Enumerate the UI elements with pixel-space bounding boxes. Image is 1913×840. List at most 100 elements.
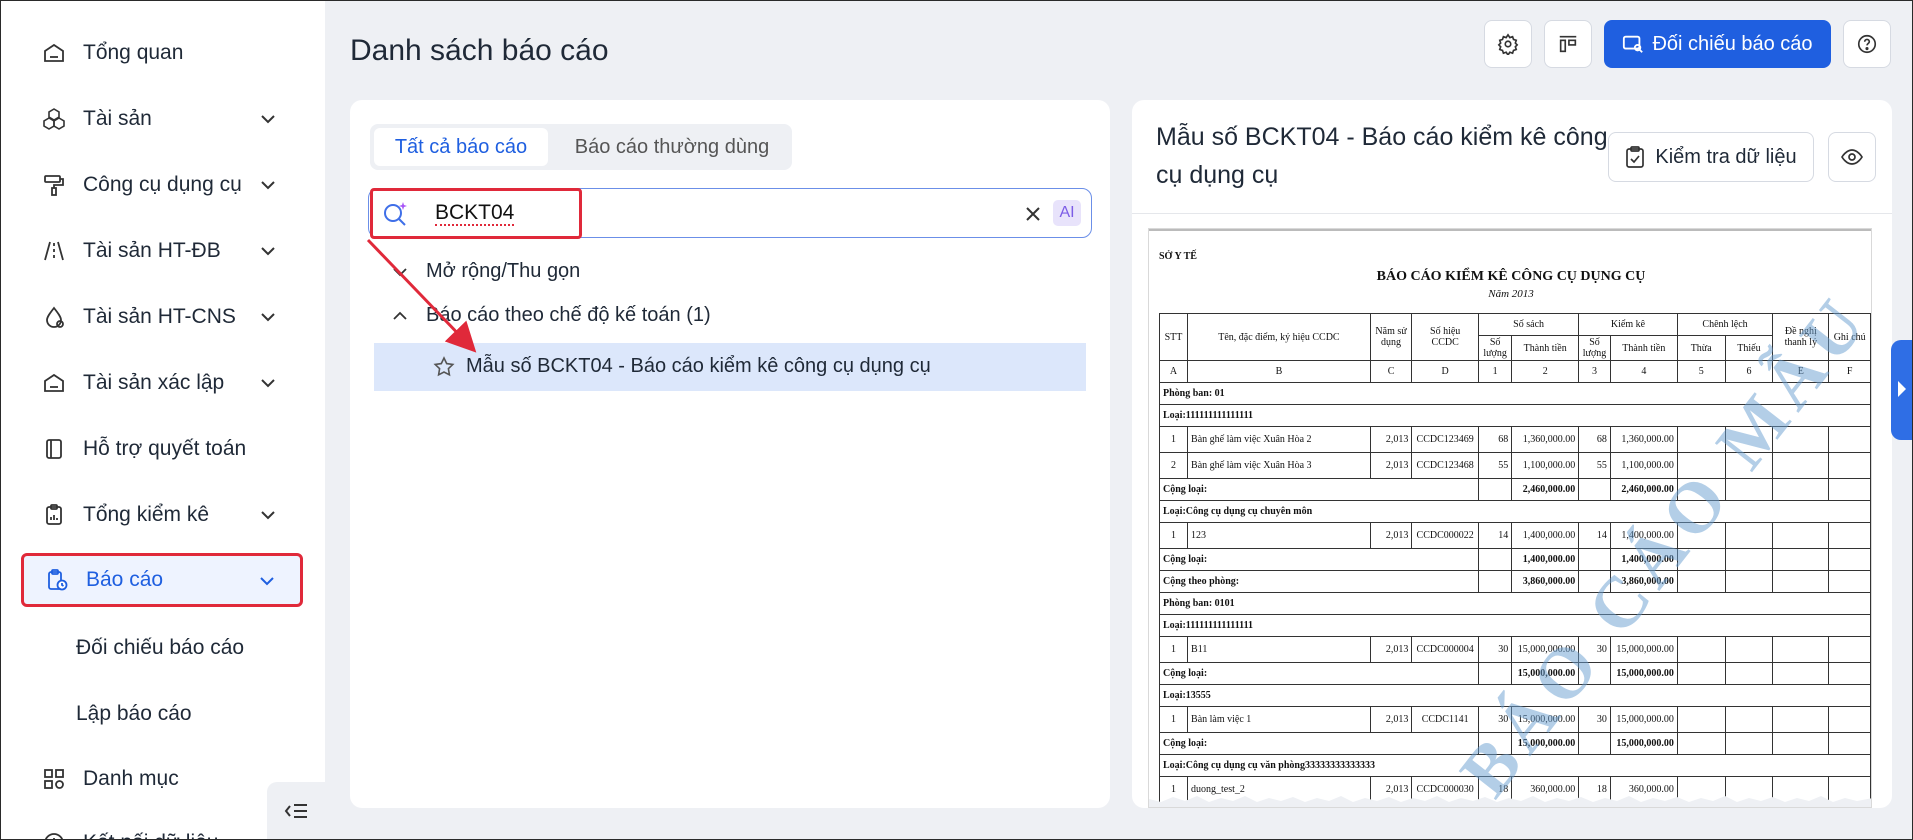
rule	[1149, 229, 1871, 231]
table-cell	[1772, 732, 1830, 755]
table-cell: CCDC123468	[1411, 452, 1479, 479]
help-button[interactable]	[1843, 20, 1891, 68]
table-cell: 3,860,000.00	[1511, 570, 1580, 593]
sidebar-item-catalog[interactable]: Danh mục	[21, 753, 301, 805]
sidebar-item-connect[interactable]: Kết nối dữ liệu	[21, 817, 301, 840]
sidebar-item-infra-road[interactable]: Tài sản HT-ĐB	[21, 225, 301, 277]
table-cell	[1772, 570, 1830, 593]
compare-report-button[interactable]: Đối chiếu báo cáo	[1604, 20, 1831, 68]
column-letter: 1	[1477, 360, 1513, 383]
sidebar-item-reports[interactable]: Báo cáo	[21, 553, 303, 607]
table-cell: Cộng loại:	[1159, 478, 1479, 501]
table-cell	[1676, 706, 1726, 733]
chevron-down-icon	[261, 181, 275, 190]
table-cell	[1772, 662, 1830, 685]
table-cell: 1	[1158, 636, 1189, 663]
side-drawer-handle[interactable]	[1891, 340, 1913, 440]
sidebar-item-established[interactable]: Tài sản xác lập	[21, 357, 301, 409]
check-data-label: Kiểm tra dữ liệu	[1655, 145, 1797, 168]
column-letter: 2	[1511, 360, 1580, 383]
table-cell	[1724, 706, 1774, 733]
tab-all-reports[interactable]: Tất cả báo cáo	[374, 128, 548, 166]
page-title: Danh sách báo cáo	[350, 34, 609, 67]
table-cell: 68	[1477, 426, 1513, 453]
preview-title: Mẫu số BCKT04 - Báo cáo kiểm kê công cụ …	[1156, 123, 1608, 189]
sidebar-item-assets[interactable]: Tài sản	[21, 93, 301, 145]
table-cell: 123	[1187, 522, 1371, 549]
column-letter: C	[1369, 360, 1413, 383]
torn-edge	[1149, 796, 1871, 807]
caret-right-icon	[1898, 381, 1906, 397]
col-check-amount: Thành tiền	[1609, 335, 1678, 361]
check-data-button[interactable]: Kiểm tra dữ liệu	[1608, 132, 1814, 182]
report-preview-panel: Mẫu số BCKT04 - Báo cáo kiểm kê công cụ …	[1132, 100, 1892, 808]
table-cell	[1772, 706, 1830, 733]
settings-button[interactable]	[1484, 20, 1532, 68]
col-diff: Chênh lệch	[1676, 313, 1774, 336]
sidebar-item-label: Báo cáo	[86, 568, 164, 591]
expand-collapse-label: Mở rộng/Thu gọn	[426, 260, 581, 282]
table-cell: 1,400,000.00	[1511, 522, 1580, 549]
table-cell: Loại:111111111111111	[1159, 614, 1871, 637]
table-cell	[1828, 570, 1871, 593]
gear-icon	[1497, 33, 1519, 55]
sidebar-item-inventory[interactable]: Tổng kiểm kê	[21, 489, 301, 541]
sidebar-item-tools[interactable]: Công cụ dụng cụ	[21, 159, 301, 211]
column-letter: B	[1187, 360, 1371, 383]
expand-collapse-toggle[interactable]: Mở rộng/Thu gọn	[390, 260, 580, 283]
clear-icon[interactable]	[1023, 204, 1043, 224]
layout-button[interactable]	[1544, 20, 1592, 68]
table-cell	[1676, 662, 1726, 685]
tab-frequent-reports[interactable]: Báo cáo thường dùng	[560, 128, 784, 166]
table-cell: 2	[1158, 452, 1189, 479]
highlight-box	[370, 188, 582, 239]
tree-group[interactable]: Báo cáo theo chế độ kế toán (1)	[390, 304, 711, 327]
table-cell	[1772, 478, 1830, 501]
sidebar-item-label: Công cụ dụng cụ	[83, 173, 242, 196]
sidebar-item-label: Tổng quan	[83, 41, 184, 64]
chevron-down-icon	[261, 379, 275, 388]
sidebar-item-overview[interactable]: Tổng quan	[21, 27, 301, 79]
collapse-icon	[284, 804, 307, 818]
table-cell	[1772, 522, 1830, 549]
table-cell	[1828, 452, 1871, 479]
sidebar-item-label: Tổng kiểm kê	[83, 503, 210, 526]
doc-title: BÁO CÁO KIỂM KÊ CÔNG CỤ DỤNG CỤ	[1376, 269, 1646, 284]
divider	[1132, 213, 1892, 214]
subtotal-row: Cộng loại: 1,400,000.00 1,400,000.00	[1159, 548, 1871, 571]
table-cell: 1	[1158, 522, 1189, 549]
table-cell	[1676, 636, 1726, 663]
table-row: 1 B11 2,013 CCDC000004 30 15,000,000.00 30 15,0…	[1158, 636, 1871, 663]
sidebar-item-infra-water[interactable]: Tài sản HT-CNS	[21, 291, 301, 343]
col-check: Kiểm kê	[1578, 313, 1678, 336]
table-cell	[1828, 662, 1871, 685]
table-cell	[1676, 732, 1726, 755]
collapse-sidebar-button[interactable]	[267, 782, 325, 840]
table-cell	[1578, 478, 1611, 501]
table-cell: Bàn làm việc 1	[1187, 706, 1371, 733]
table-cell: 2,013	[1369, 636, 1413, 663]
table-cell	[1828, 706, 1871, 733]
table-cell	[1828, 522, 1871, 549]
notebook-icon	[41, 436, 67, 462]
chevron-down-icon	[261, 511, 275, 520]
preview-eye-button[interactable]	[1828, 132, 1876, 182]
tree-item-selected[interactable]: Mẫu số BCKT04 - Báo cáo kiểm kê công cụ …	[374, 343, 1086, 391]
chevron-up-icon	[393, 311, 407, 320]
sidebar-subitem-create[interactable]: Lập báo cáo	[76, 702, 192, 726]
table-cell: Cộng loại:	[1159, 548, 1479, 571]
sidebar-item-settlement[interactable]: Hỗ trợ quyết toán	[21, 423, 301, 475]
star-icon[interactable]	[432, 355, 456, 379]
table-cell	[1477, 570, 1513, 593]
table-cell	[1828, 426, 1871, 453]
layout-columns-icon	[1559, 35, 1577, 53]
table-cell: 2,013	[1369, 452, 1413, 479]
column-letter: A	[1158, 360, 1189, 383]
table-row: 1 123 2,013 CCDC000022 14 1,400,000.00 14 1,400…	[1158, 522, 1871, 549]
table-cell: 1,360,000.00	[1511, 426, 1580, 453]
report-tabs: Tất cả báo cáo Báo cáo thường dùng	[370, 124, 792, 170]
ai-badge[interactable]: AI	[1053, 200, 1081, 226]
chevron-down-icon	[261, 115, 275, 124]
table-cell: Cộng loại:	[1159, 662, 1479, 685]
sidebar-subitem-compare[interactable]: Đối chiếu báo cáo	[76, 636, 244, 660]
